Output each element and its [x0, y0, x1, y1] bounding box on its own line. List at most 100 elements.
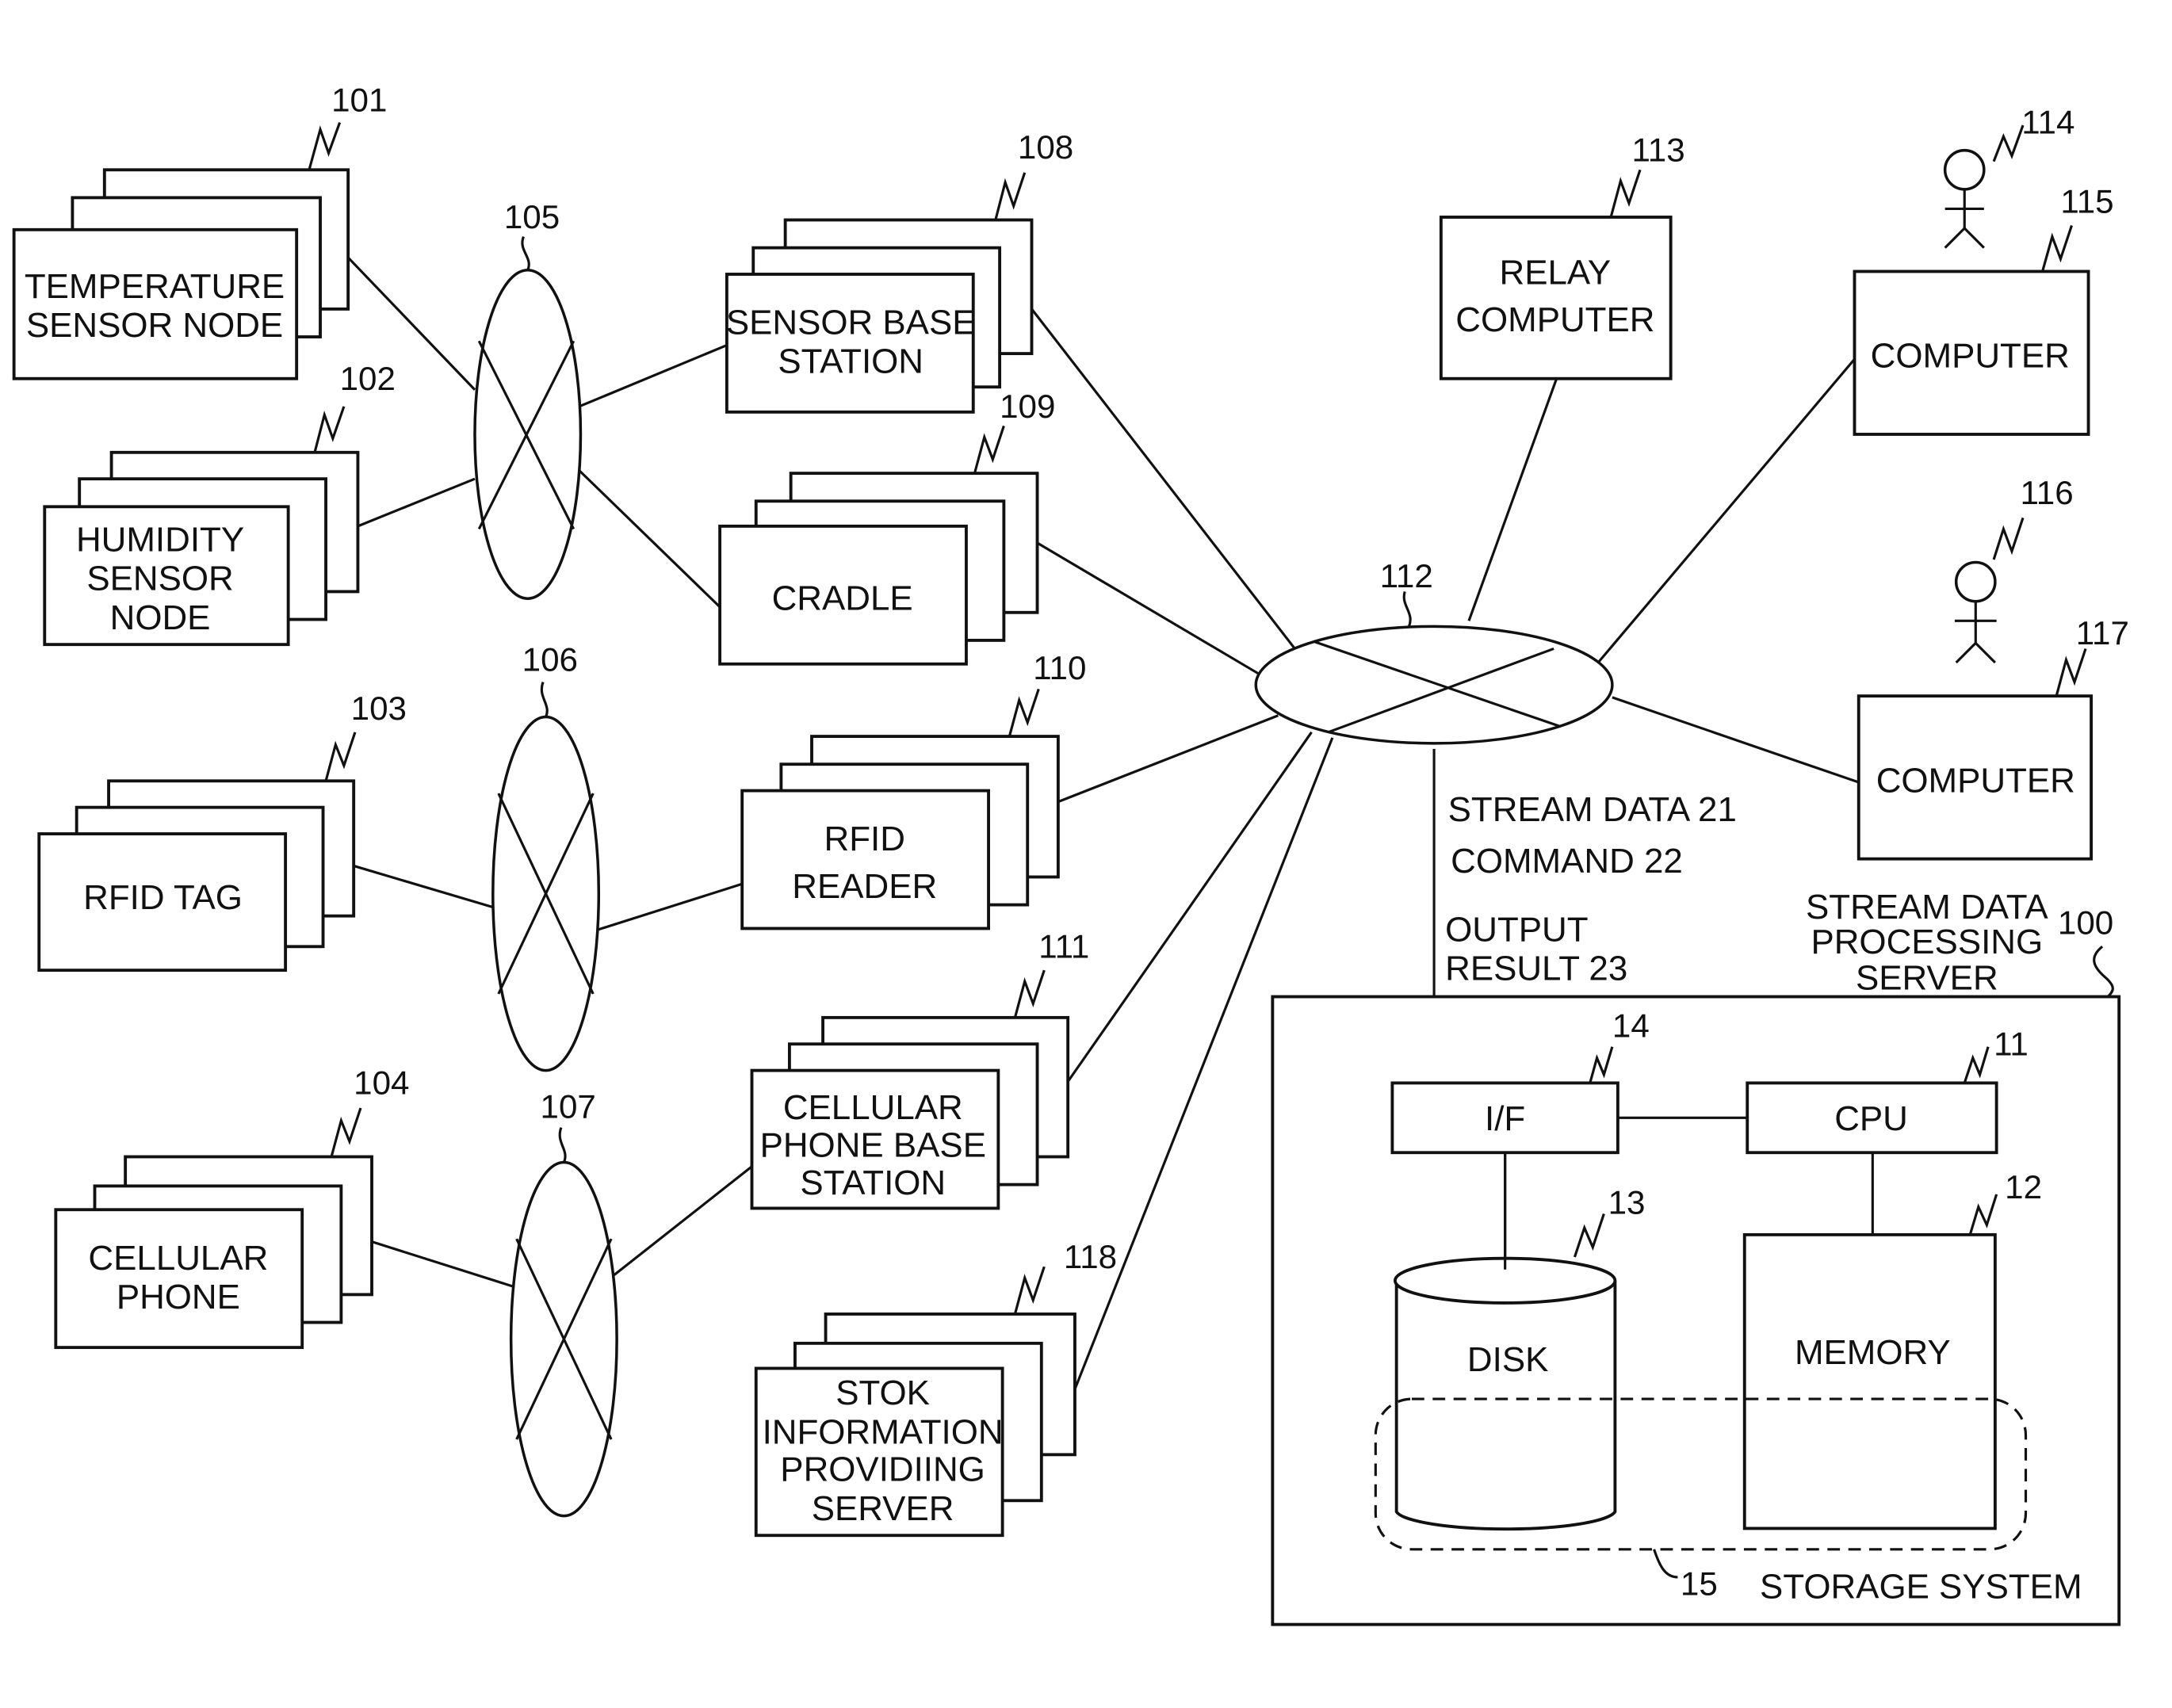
ref-106: 106 — [522, 641, 578, 678]
link-105-109 — [576, 468, 722, 609]
output-label-2: RESULT 23 — [1445, 949, 1627, 988]
ref-108: 108 — [1018, 128, 1073, 166]
cellular-base-station-stack[interactable]: CELLULAR PHONE BASE STATION — [750, 1015, 1070, 1210]
leader-111 — [1013, 969, 1046, 1018]
disk-cylinder[interactable]: DISK — [1393, 1256, 1617, 1531]
leader-115 — [2041, 225, 2073, 272]
leader-101 — [308, 122, 342, 170]
link-115-112 — [1596, 358, 1856, 665]
leader-102 — [313, 406, 346, 453]
rfid-tag-stack[interactable]: RFID TAG — [37, 779, 356, 972]
network-107 — [509, 1160, 618, 1518]
cellular-base-label-2: PHONE BASE — [760, 1125, 986, 1164]
stream-data-label: STREAM DATA 21 — [1448, 790, 1737, 829]
link-108-112 — [1031, 308, 1296, 650]
ref-115: 115 — [2060, 183, 2113, 220]
ref-14: 14 — [1612, 1007, 1650, 1044]
cellular-base-label-3: STATION — [800, 1164, 946, 1202]
temperature-label-2: SENSOR NODE — [26, 306, 283, 345]
cellular-phone-stack[interactable]: CELLULAR PHONE — [54, 1155, 373, 1350]
computer-117-label: COMPUTER — [1876, 761, 2075, 800]
stock-information-server-stack[interactable]: STOK INFORMATION PROVIDIING SERVER — [754, 1313, 1076, 1538]
temperature-sensor-node-stack[interactable]: TEMPERATURE SENSOR NODE — [12, 168, 350, 380]
link-106-110 — [597, 882, 743, 931]
network-106 — [491, 715, 601, 1072]
link-105-108 — [579, 344, 728, 408]
humidity-sensor-node-stack[interactable]: HUMIDITY SENSOR NODE — [43, 450, 360, 647]
link-113-112 — [1467, 378, 1558, 621]
rfid-reader — [740, 789, 990, 930]
ref-109: 109 — [1000, 388, 1055, 425]
sensor-base-label-2: STATION — [778, 342, 923, 381]
temperature-label-1: TEMPERATURE — [25, 267, 285, 306]
leader-114 — [1992, 124, 2025, 162]
computer-115-label: COMPUTER — [1871, 337, 2070, 376]
leader-104 — [330, 1107, 362, 1157]
leader-106 — [540, 682, 549, 718]
relay-label-1: RELAY — [1500, 253, 1612, 292]
stock-server-label-4: SERVER — [812, 1489, 954, 1528]
cellular-phone-label-2: PHONE — [117, 1278, 240, 1316]
ref-111: 111 — [1038, 927, 1089, 965]
ref-114: 114 — [2021, 104, 2074, 141]
leader-109 — [973, 425, 1005, 474]
leader-110 — [1008, 688, 1040, 737]
cpu-label: CPU — [1834, 1099, 1908, 1138]
sensor-base-label-1: SENSOR BASE — [726, 304, 976, 342]
stock-server-label-2: INFORMATION — [763, 1412, 1004, 1451]
rfid-reader-label-2: READER — [792, 867, 937, 906]
memory-block[interactable]: MEMORY — [1742, 1232, 1997, 1530]
memory-label: MEMORY — [1795, 1333, 1951, 1372]
leader-116 — [1992, 517, 2025, 560]
humidity-label-1: HUMIDITY — [76, 521, 244, 560]
ref-110: 110 — [1033, 649, 1086, 686]
link-104-107 — [371, 1240, 513, 1288]
leader-100 — [2093, 946, 2114, 998]
ref-15: 15 — [1681, 1565, 1718, 1603]
disk-label: DISK — [1467, 1340, 1548, 1379]
computer-117[interactable]: COMPUTER — [1857, 694, 2093, 861]
network-105 — [473, 268, 583, 600]
user-114-icon — [1943, 148, 1986, 249]
leader-118 — [1013, 1266, 1046, 1315]
link-117-112 — [1612, 696, 1860, 784]
server-title-1: STREAM DATA — [1806, 888, 2048, 927]
ref-107: 107 — [541, 1087, 596, 1125]
relay-computer[interactable]: RELAY COMPUTER — [1439, 216, 1673, 380]
ref-112: 112 — [1380, 557, 1433, 594]
output-label-1: OUTPUT — [1445, 910, 1588, 949]
ref-12: 12 — [2005, 1168, 2042, 1206]
ref-100: 100 — [2058, 904, 2113, 941]
ref-105: 105 — [504, 198, 560, 235]
rfid-reader-stack[interactable]: RFID READER — [740, 735, 1060, 930]
leader-107 — [558, 1127, 567, 1164]
cpu-block[interactable]: CPU — [1746, 1081, 1998, 1155]
server-title-3: SERVER — [1856, 959, 1998, 998]
computer-115[interactable]: COMPUTER — [1853, 269, 2090, 436]
storage-system-label: STORAGE SYSTEM — [1760, 1567, 2082, 1606]
stock-server-label-1: STOK — [836, 1374, 930, 1412]
leader-113 — [1609, 169, 1642, 218]
cellular-base-label-1: CELLULAR — [783, 1088, 963, 1127]
ref-113: 113 — [1631, 132, 1684, 169]
cellular-phone-label-1: CELLULAR — [88, 1239, 268, 1278]
link-107-111 — [613, 1165, 753, 1277]
leader-108 — [994, 172, 1027, 220]
link-102-105 — [357, 477, 476, 528]
sensor-base-station-stack[interactable]: SENSOR BASE STATION — [725, 218, 1034, 414]
ref-11: 11 — [1994, 1025, 2029, 1062]
command-label: COMMAND 22 — [1451, 842, 1683, 881]
ref-101: 101 — [331, 82, 387, 119]
ref-102: 102 — [340, 360, 396, 397]
ref-104: 104 — [354, 1064, 409, 1101]
link-103-106 — [353, 864, 495, 909]
interface-block[interactable]: I/F — [1390, 1081, 1619, 1155]
ref-118: 118 — [1064, 1238, 1117, 1275]
humidity-label-2: SENSOR — [86, 560, 233, 598]
ref-103: 103 — [351, 690, 407, 727]
rfid-reader-label-1: RFID — [824, 820, 905, 858]
cradle-stack[interactable]: CRADLE — [718, 472, 1039, 666]
cradle-label: CRADLE — [772, 579, 913, 617]
interface-label: I/F — [1485, 1099, 1525, 1138]
system-diagram: TEMPERATURE SENSOR NODE 101 HUMIDITY SEN… — [12, 82, 2129, 1626]
